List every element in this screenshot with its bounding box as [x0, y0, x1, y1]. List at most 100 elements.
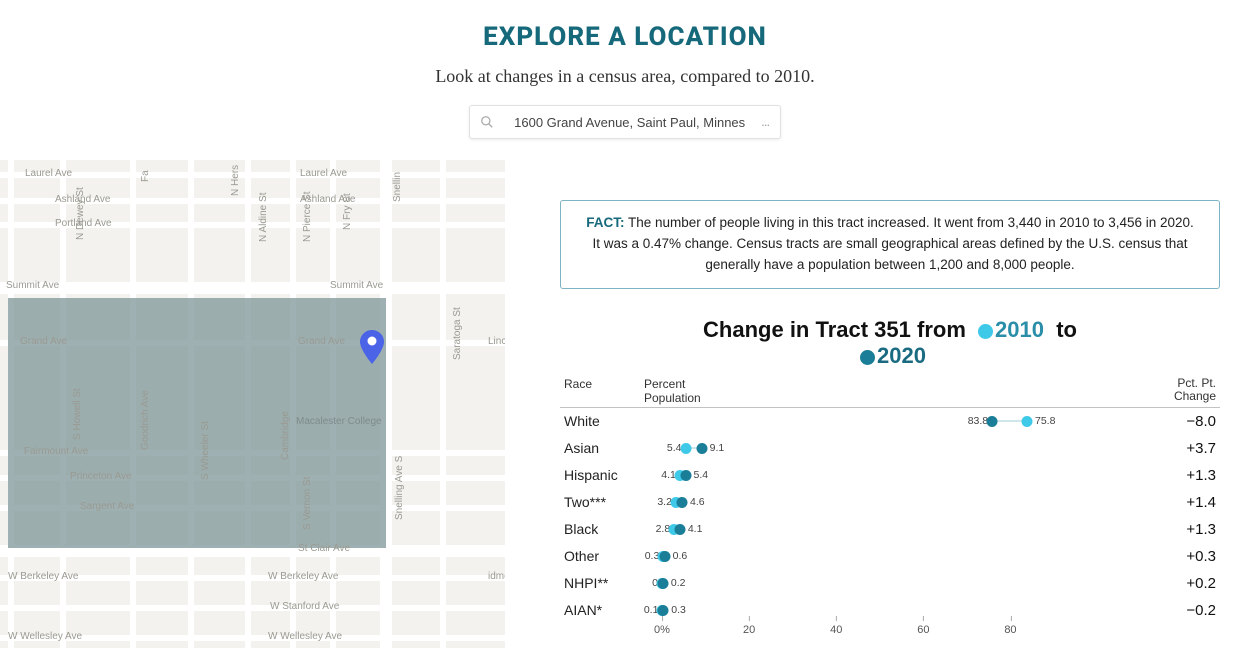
point-2010 — [680, 443, 691, 454]
point-2020 — [658, 605, 669, 616]
search-icon — [480, 115, 494, 129]
axis-tick: 20 — [743, 624, 755, 636]
row-plot: 83.8 75.8 — [644, 408, 1064, 435]
pct-pt-change: +3.7 — [1156, 440, 1220, 457]
row-plot: 3.2 4.6 — [644, 489, 1064, 516]
search-ellipsis: … — [761, 115, 770, 130]
row-plot: 0.3 0.6 — [644, 543, 1064, 570]
street-label: Princeton Ave — [70, 471, 132, 482]
street-label: Goodrich Ave — [140, 390, 151, 450]
pct-pt-change: −0.2 — [1156, 602, 1220, 619]
row-plot: 2.8 4.1 — [644, 516, 1064, 543]
pct-pt-change: +0.3 — [1156, 548, 1220, 565]
map-pin-icon[interactable] — [360, 330, 384, 364]
chart-row: Black 2.8 4.1 +1.3 — [560, 516, 1220, 543]
street-label: S Wheeler St — [200, 421, 211, 480]
street-label: W Wellesley Ave — [8, 631, 82, 642]
fact-box: FACT: The number of people living in thi… — [560, 200, 1220, 289]
page-subtitle: Look at changes in a census area, compar… — [0, 66, 1250, 87]
race-label: Other — [560, 548, 644, 564]
chart-row: NHPI** 0 0.2 +0.2 — [560, 570, 1220, 597]
pct-pt-change: +1.3 — [1156, 521, 1220, 538]
race-change-chart: Race Percent Population Pct. Pt. Change … — [560, 377, 1220, 652]
search-value: 1600 Grand Avenue, Saint Paul, Minnes — [502, 115, 757, 130]
pct-pt-change: +1.3 — [1156, 467, 1220, 484]
value-2020: 0.6 — [673, 550, 688, 562]
street-label: Sargent Ave — [80, 501, 134, 512]
row-plot: 5.4 9.1 — [644, 435, 1064, 462]
pct-pt-change: −8.0 — [1156, 413, 1220, 430]
chart-row: Other 0.3 0.6 +0.3 — [560, 543, 1220, 570]
point-2020 — [657, 578, 668, 589]
pct-pt-change: +1.4 — [1156, 494, 1220, 511]
row-plot: 4.1 5.4 — [644, 462, 1064, 489]
street-label: N Aldine St — [258, 193, 269, 242]
street-label: Summit Ave — [330, 280, 383, 291]
street-label: N Hers — [230, 165, 241, 196]
race-label: AIAN* — [560, 602, 644, 618]
point-2020 — [696, 443, 707, 454]
street-label: N Dewey St — [75, 187, 86, 240]
street-label: Linco — [488, 336, 505, 347]
street-label: N Fry St — [342, 193, 353, 230]
street-label: Snellin — [392, 172, 403, 202]
value-2020: 4.6 — [690, 496, 705, 508]
value-2020: 75.8 — [1035, 415, 1055, 427]
legend-dot-2010 — [978, 324, 993, 339]
row-plot: 0.1 0.3 — [644, 597, 1064, 624]
col-header-change: Pct. Pt. Change — [1156, 377, 1220, 405]
street-label: W Wellesley Ave — [268, 631, 342, 642]
race-label: NHPI** — [560, 575, 644, 591]
col-header-race: Race — [560, 377, 644, 405]
street-label: Cambridge — [280, 411, 291, 460]
chart-row: Asian 5.4 9.1 +3.7 — [560, 435, 1220, 462]
race-label: White — [560, 413, 644, 429]
chart-row: White 83.8 75.8 −8.0 — [560, 408, 1220, 435]
value-2020: 0.2 — [671, 577, 686, 589]
street-label: Fa — [140, 170, 151, 182]
map[interactable]: Laurel Ave Laurel Ave Ashland Ave Ashlan… — [0, 160, 505, 648]
point-2020 — [659, 551, 670, 562]
chart-row: Two*** 3.2 4.6 +1.4 — [560, 489, 1220, 516]
street-label: Fairmount Ave — [24, 446, 88, 457]
axis-tick: 60 — [917, 624, 929, 636]
point-2010 — [1021, 416, 1032, 427]
axis-tick: 40 — [830, 624, 842, 636]
row-plot: 0 0.2 — [644, 570, 1064, 597]
value-2020: 5.4 — [694, 469, 709, 481]
street-label: Grand Ave — [298, 336, 345, 347]
street-label: W Berkeley Ave — [268, 571, 338, 582]
street-label: Laurel Ave — [25, 168, 72, 179]
axis-tick: 0% — [654, 624, 670, 636]
street-label: W Stanford Ave — [270, 601, 339, 612]
street-label: S Vernon St — [302, 477, 313, 530]
chart-row: AIAN* 0.1 0.3 −0.2 — [560, 597, 1220, 624]
legend-dot-2020 — [860, 350, 875, 365]
location-search-input[interactable]: 1600 Grand Avenue, Saint Paul, Minnes … — [469, 105, 781, 139]
street-label: St Clair Ave — [298, 543, 350, 554]
point-2020 — [680, 470, 691, 481]
street-label: S Howell St — [72, 388, 83, 440]
fact-text: The number of people living in this trac… — [592, 215, 1193, 272]
axis-tick: 80 — [1004, 624, 1016, 636]
street-label: Laurel Ave — [300, 168, 347, 179]
race-label: Asian — [560, 440, 644, 456]
fact-label: FACT: — [586, 215, 624, 230]
poi-label: Macalester College — [296, 416, 382, 427]
street-label: Summit Ave — [6, 280, 59, 291]
value-2010: 83.8 — [968, 415, 988, 427]
value-2020: 0.3 — [671, 604, 686, 616]
street-label: Saratoga St — [452, 307, 463, 360]
chart-row: Hispanic 4.1 5.4 +1.3 — [560, 462, 1220, 489]
col-header-pct: Percent Population — [644, 377, 1064, 405]
pct-pt-change: +0.2 — [1156, 575, 1220, 592]
value-2020: 4.1 — [688, 523, 703, 535]
value-2020: 9.1 — [710, 442, 725, 454]
street-label: Snelling Ave S — [394, 456, 405, 520]
point-2020 — [677, 497, 688, 508]
street-label: Grand Ave — [20, 336, 67, 347]
street-label: idmers — [488, 571, 505, 582]
street-label: W Berkeley Ave — [8, 571, 78, 582]
street-label: N Pierce St — [302, 191, 313, 242]
race-label: Two*** — [560, 494, 644, 510]
